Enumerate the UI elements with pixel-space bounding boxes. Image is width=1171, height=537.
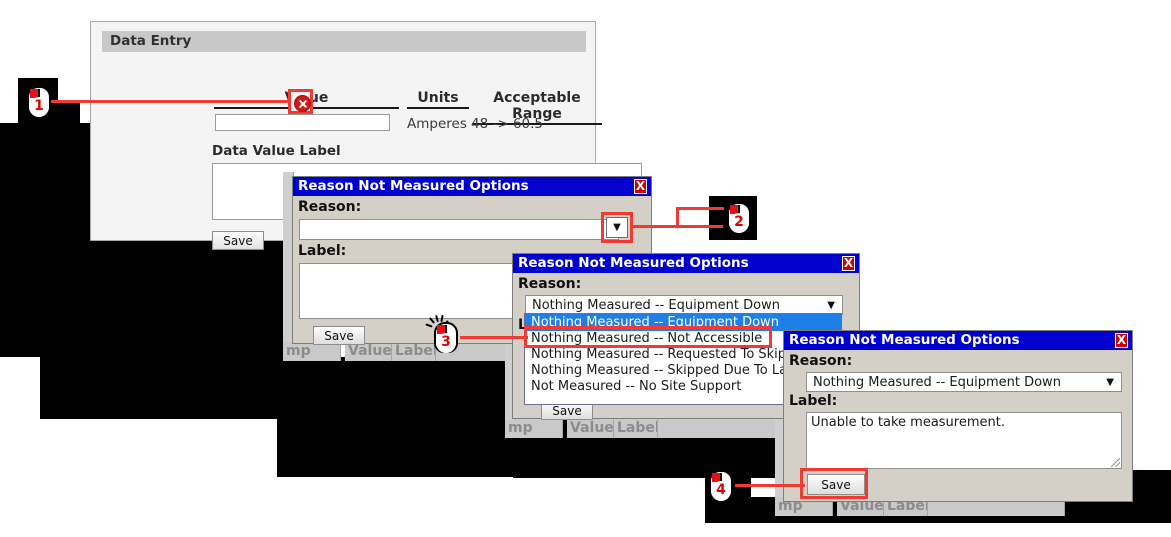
chevron-down-icon: ▼ bbox=[1106, 377, 1114, 388]
dialog3-reason-caption: Reason: bbox=[518, 276, 582, 292]
data-entry-save-button[interactable]: Save bbox=[212, 231, 264, 250]
dialog4-save-button[interactable]: Save bbox=[807, 474, 865, 495]
dialog3-close-icon[interactable]: X bbox=[842, 256, 855, 271]
resize-grip-icon[interactable] bbox=[1111, 458, 1120, 467]
dialog4-label-textarea[interactable]: Unable to take measurement. bbox=[806, 412, 1122, 469]
dialog4-reason-caption: Reason: bbox=[789, 353, 853, 369]
connector-line-2-vertical bbox=[676, 207, 679, 228]
dialog4-label-caption: Label: bbox=[789, 393, 838, 409]
reason-option-0[interactable]: Nothing Measured -- Equipment Down bbox=[525, 314, 841, 331]
step-number-4: 4 bbox=[711, 481, 731, 501]
data-entry-title: Data Entry bbox=[102, 31, 586, 52]
acceptable-range-text: 48 -> 60.5 bbox=[471, 116, 544, 132]
dialog4-title: Reason Not Measured Options bbox=[784, 331, 1132, 350]
step-number-3: 3 bbox=[436, 333, 456, 353]
dialog2-reason-select[interactable] bbox=[299, 219, 619, 240]
dialog2-save-button[interactable]: Save bbox=[313, 326, 365, 345]
bg2-col-mp: mp bbox=[505, 418, 563, 438]
backdrop-lower-left bbox=[0, 233, 288, 357]
column-header-units: Units bbox=[407, 90, 469, 109]
reason-dialog-4: Reason Not Measured Options X Reason: No… bbox=[783, 330, 1133, 502]
dialog2-label-caption: Label: bbox=[298, 243, 347, 259]
chevron-down-icon: ▼ bbox=[613, 222, 621, 233]
backdrop-right-edge bbox=[1133, 470, 1171, 523]
dialog2-reason-caption: Reason: bbox=[298, 199, 362, 215]
dialog4-reason-select[interactable]: Nothing Measured -- Equipment Down ▼ bbox=[806, 372, 1122, 392]
connector-line-2-top bbox=[676, 207, 724, 210]
value-error-highlight-box bbox=[288, 89, 313, 114]
bg2-col-value: Value bbox=[567, 418, 614, 438]
step-number-2: 2 bbox=[729, 213, 749, 233]
connector-line-3 bbox=[460, 336, 528, 339]
error-circle-x-icon[interactable] bbox=[294, 95, 311, 112]
dialog3-reason-select[interactable]: Nothing Measured -- Equipment Down ▼ bbox=[525, 295, 843, 315]
dialog3-reason-value: Nothing Measured -- Equipment Down bbox=[532, 298, 780, 313]
dialog2-close-icon[interactable]: X bbox=[634, 179, 647, 194]
connector-line-4 bbox=[735, 484, 805, 487]
dialog3-title: Reason Not Measured Options bbox=[513, 254, 859, 273]
dialog2-title: Reason Not Measured Options bbox=[293, 177, 651, 196]
connector-line-1 bbox=[46, 100, 291, 103]
step-number-1: 1 bbox=[29, 97, 49, 117]
step-marker-2: 2 bbox=[722, 196, 756, 236]
step-marker-4: 4 bbox=[704, 464, 738, 504]
bg2-col-label: Label bbox=[614, 418, 658, 438]
dialog4-label-value: Unable to take measurement. bbox=[811, 415, 1005, 430]
step-marker-1: 1 bbox=[22, 80, 56, 120]
units-text: Amperes bbox=[407, 116, 467, 132]
backdrop-mid-block bbox=[277, 357, 513, 477]
dialog4-reason-value: Nothing Measured -- Equipment Down bbox=[813, 375, 1061, 390]
data-value-label-caption: Data Value Label bbox=[212, 143, 341, 159]
dialog2-dropdown-arrow-button[interactable]: ▼ bbox=[606, 217, 628, 238]
dialog4-close-icon[interactable]: X bbox=[1115, 333, 1128, 348]
value-input[interactable] bbox=[215, 114, 390, 131]
step-marker-3: 3 bbox=[425, 314, 463, 356]
background-table-header-2: mp Value Label bbox=[505, 418, 795, 438]
backdrop-mid-lower bbox=[40, 357, 288, 419]
